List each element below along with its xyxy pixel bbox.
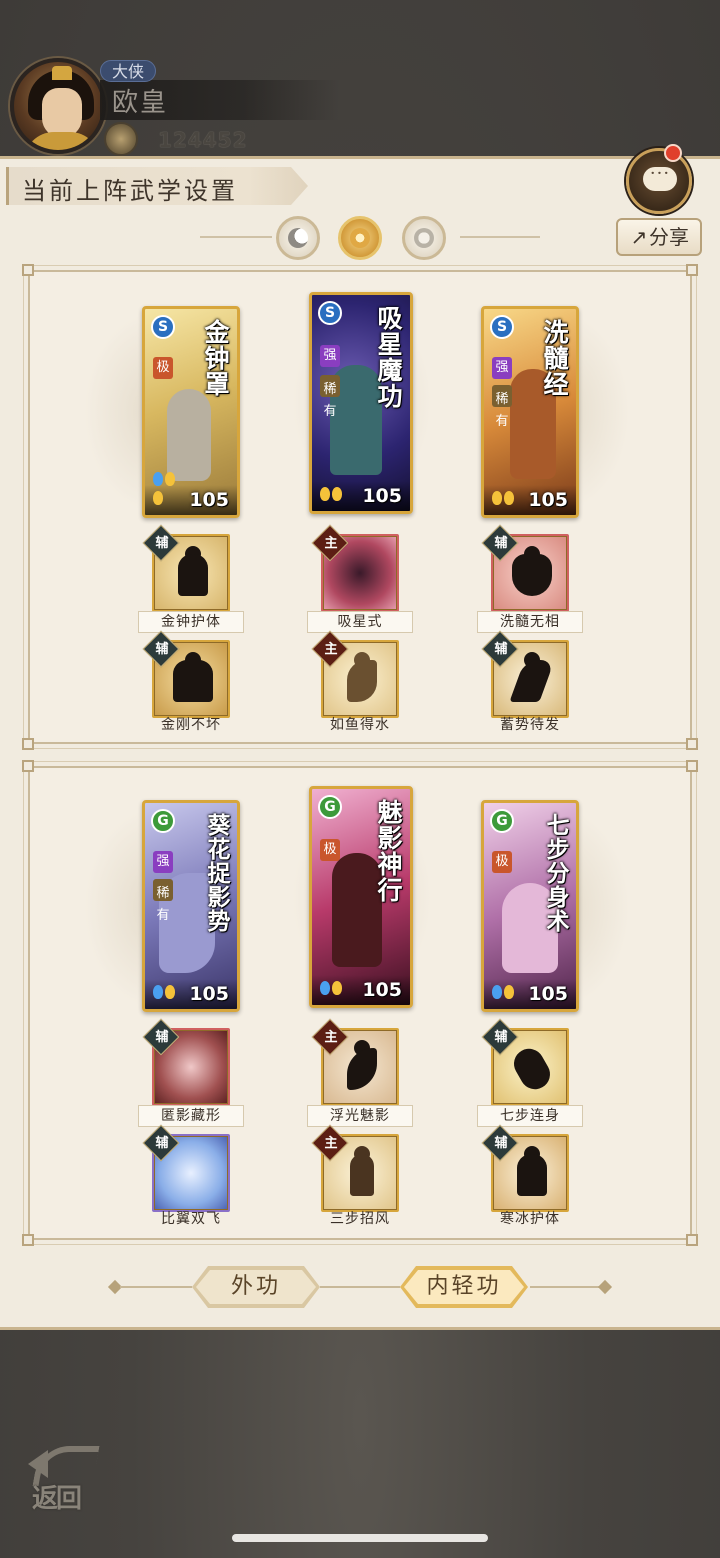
- skill-tag: 主: [324, 1030, 338, 1045]
- card-type-icon: G: [318, 795, 342, 819]
- skill-label: 洗髓无相: [477, 611, 583, 633]
- skill-tag: 辅: [494, 1030, 508, 1045]
- skill-tag: 辅: [494, 1136, 508, 1151]
- skill-icon[interactable]: 辅: [142, 1124, 230, 1212]
- card-rarity-badge: 稀有: [492, 385, 512, 429]
- card-pips: [492, 984, 526, 1003]
- card-grade-badge: 强: [320, 345, 340, 367]
- tab-waigong[interactable]: 外功: [192, 1266, 320, 1308]
- skill-label: 寒冰护体: [500, 1211, 560, 1227]
- card-level: 105: [189, 983, 229, 1005]
- player-title-badge: 大侠: [100, 60, 156, 82]
- home-indicator[interactable]: [232, 1534, 488, 1542]
- skill-label: 七步连身: [477, 1105, 583, 1127]
- card-rarity-badge: 稀有: [320, 375, 340, 419]
- back-button[interactable]: 返回: [28, 1440, 104, 1516]
- card-name: 洗髓经: [540, 319, 569, 397]
- player-avatar[interactable]: [10, 58, 106, 154]
- martial-card[interactable]: G 极 魅影神行 105: [309, 786, 413, 1008]
- skill-tag: 主: [324, 1136, 338, 1151]
- card-level: 105: [362, 979, 402, 1001]
- skill-tag: 主: [324, 642, 338, 657]
- share-button[interactable]: ↗分享: [616, 218, 702, 256]
- card-name: 魅影神行: [374, 799, 403, 903]
- skill-icon[interactable]: 辅: [142, 524, 230, 612]
- skill-icon[interactable]: 主: [311, 630, 399, 718]
- card-name: 七步分身术: [542, 813, 569, 933]
- mode-moon-icon[interactable]: [276, 216, 320, 260]
- card-grade-badge: 极: [153, 357, 173, 379]
- player-bar: 大侠 欧皇 124452: [0, 50, 720, 160]
- card-pips: [153, 984, 187, 1003]
- skill-tag: 主: [324, 536, 338, 551]
- card-grade-badge: 极: [492, 851, 512, 873]
- skill-tag: 辅: [155, 1030, 169, 1045]
- card-level: 105: [528, 489, 568, 511]
- card-pips: [153, 471, 187, 509]
- notification-dot: [664, 144, 682, 162]
- share-arrow-icon: ↗: [630, 225, 648, 249]
- card-level: 105: [528, 983, 568, 1005]
- skill-label: 匿影藏形: [138, 1105, 244, 1127]
- card-level: 105: [362, 485, 402, 507]
- tab-neiqinggong-label: 内轻功: [426, 1274, 502, 1299]
- card-name: 葵花捉影势: [203, 813, 230, 933]
- skill-label: 金刚不坏: [161, 717, 221, 733]
- skill-tag: 辅: [155, 536, 169, 551]
- player-name: 欧皇: [112, 88, 169, 118]
- card-type-icon: G: [490, 809, 514, 833]
- skill-label: 如鱼得水: [330, 717, 390, 733]
- mode-sun-icon[interactable]: [338, 216, 382, 260]
- skill-icon[interactable]: 辅: [481, 1018, 569, 1106]
- card-grade-badge: 强: [492, 357, 512, 379]
- skill-icon[interactable]: 辅: [481, 524, 569, 612]
- card-pips: [320, 486, 354, 505]
- martial-card[interactable]: S 强 稀有 洗髓经 105: [481, 306, 579, 518]
- skill-tag: 辅: [494, 536, 508, 551]
- skill-label: 三步招风: [330, 1211, 390, 1227]
- skill-label: 蓄势待发: [500, 717, 560, 733]
- skill-label: 比翼双飞: [161, 1211, 221, 1227]
- card-pips: [320, 980, 354, 999]
- combat-power-icon: [104, 122, 138, 156]
- skill-icon[interactable]: 主: [311, 1124, 399, 1212]
- card-name: 金钟罩: [201, 319, 230, 397]
- skill-icon[interactable]: 主: [311, 524, 399, 612]
- card-pips: [492, 490, 526, 509]
- card-type-icon: S: [318, 301, 342, 325]
- chat-bubble-icon: ···: [643, 165, 677, 191]
- skill-icon[interactable]: 辅: [481, 1124, 569, 1212]
- skill-icon[interactable]: 辅: [142, 630, 230, 718]
- martial-card[interactable]: S 强 稀有 吸星魔功 105: [309, 292, 413, 514]
- panel-title: 当前上阵武学设置: [22, 177, 238, 205]
- martial-card[interactable]: G 极 七步分身术 105: [481, 800, 579, 1012]
- tab-neiqinggong[interactable]: 内轻功: [400, 1266, 528, 1308]
- skill-label: 浮光魅影: [307, 1105, 413, 1127]
- back-label: 返回: [32, 1484, 82, 1514]
- mode-ring-icon[interactable]: [402, 216, 446, 260]
- skill-tag: 辅: [494, 642, 508, 657]
- card-grade-badge: 极: [320, 839, 340, 861]
- combat-power-value: 124452: [158, 128, 248, 152]
- share-label: 分享: [649, 225, 689, 249]
- card-name: 吸星魔功: [374, 305, 403, 409]
- skill-tag: 辅: [155, 642, 169, 657]
- card-type-icon: S: [490, 315, 514, 339]
- skill-label: 金钟护体: [138, 611, 244, 633]
- skill-label: 吸星式: [307, 611, 413, 633]
- skill-tag: 辅: [155, 1136, 169, 1151]
- martial-card[interactable]: S 极 金钟罩 105: [142, 306, 240, 518]
- skill-icon[interactable]: 辅: [142, 1018, 230, 1106]
- tab-waigong-label: 外功: [230, 1274, 281, 1299]
- card-type-icon: S: [151, 315, 175, 339]
- skill-icon[interactable]: 辅: [481, 630, 569, 718]
- card-level: 105: [189, 489, 229, 511]
- card-type-icon: G: [151, 809, 175, 833]
- skill-icon[interactable]: 主: [311, 1018, 399, 1106]
- martial-card[interactable]: G 强 稀有 葵花捉影势 105: [142, 800, 240, 1012]
- card-rarity-badge: 稀有: [153, 879, 173, 923]
- card-grade-badge: 强: [153, 851, 173, 873]
- chat-button[interactable]: ···: [626, 148, 692, 214]
